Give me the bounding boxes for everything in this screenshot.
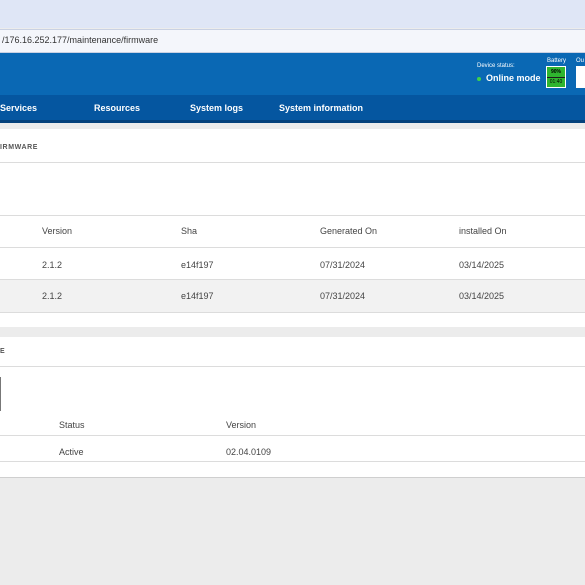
column-header-sha[interactable]: Sha <box>181 226 197 236</box>
battery-indicator: 90% 01:40 <box>546 66 566 88</box>
cell-status: Active <box>59 447 84 457</box>
component-panel: E Status Version Active 02.04.0109 <box>0 337 585 478</box>
firmware-panel: IRMWARE Version Sha Generated On install… <box>0 129 585 327</box>
nav-item-system-information[interactable]: System information <box>279 103 363 113</box>
cell-generated-on: 07/31/2024 <box>320 260 366 270</box>
column-header-installed-on[interactable]: installed On <box>459 226 507 236</box>
column-header-version[interactable]: Version <box>226 420 256 430</box>
device-status: Online mode <box>477 73 541 83</box>
component-panel-title: E <box>0 348 6 355</box>
battery-percent: 90% <box>547 67 565 77</box>
online-status-dot-icon <box>477 76 481 81</box>
table-row[interactable]: 2.1.2 e14f197 07/31/2024 03/14/2025 <box>0 280 585 312</box>
browser-tab-strip <box>0 0 585 28</box>
column-header-status[interactable]: Status <box>59 420 85 430</box>
cell-version: 2.1.2 <box>42 260 63 270</box>
cell-version: 2.1.2 <box>42 291 63 301</box>
divider <box>0 247 585 248</box>
divider <box>0 461 585 462</box>
cell-sha: e14f197 <box>181 291 214 301</box>
nav-item-services[interactable]: Services <box>0 103 37 113</box>
divider <box>0 366 585 367</box>
cell-installed-on: 03/14/2025 <box>459 260 505 270</box>
divider <box>0 162 585 163</box>
cell-sha: e14f197 <box>181 260 214 270</box>
device-status-label: Device status: <box>477 63 515 69</box>
app-header: Device status: Online mode Battery 90% 0… <box>0 53 585 95</box>
battery-label: Battery <box>547 58 567 64</box>
firmware-panel-title: IRMWARE <box>0 144 39 151</box>
url-text[interactable]: /176.16.252.177/maintenance/firmware <box>2 35 158 45</box>
output-indicator <box>576 66 585 88</box>
scroll-edge <box>0 377 1 411</box>
cell-generated-on: 07/31/2024 <box>320 291 366 301</box>
cell-installed-on: 03/14/2025 <box>459 291 505 301</box>
column-header-version[interactable]: Version <box>42 226 72 236</box>
main-nav: Services Resources System logs System in… <box>0 95 585 123</box>
divider <box>0 312 585 313</box>
battery-time: 01:40 <box>547 78 565 87</box>
divider <box>0 215 585 216</box>
column-header-generated-on[interactable]: Generated On <box>320 226 377 236</box>
nav-item-system-logs[interactable]: System logs <box>190 103 243 113</box>
nav-item-resources[interactable]: Resources <box>94 103 140 113</box>
address-bar[interactable]: /176.16.252.177/maintenance/firmware <box>0 29 585 53</box>
cell-version: 02.04.0109 <box>226 447 272 457</box>
output-label: Ou <box>576 58 585 64</box>
device-status-value: Online mode <box>486 73 541 83</box>
divider <box>0 435 585 436</box>
